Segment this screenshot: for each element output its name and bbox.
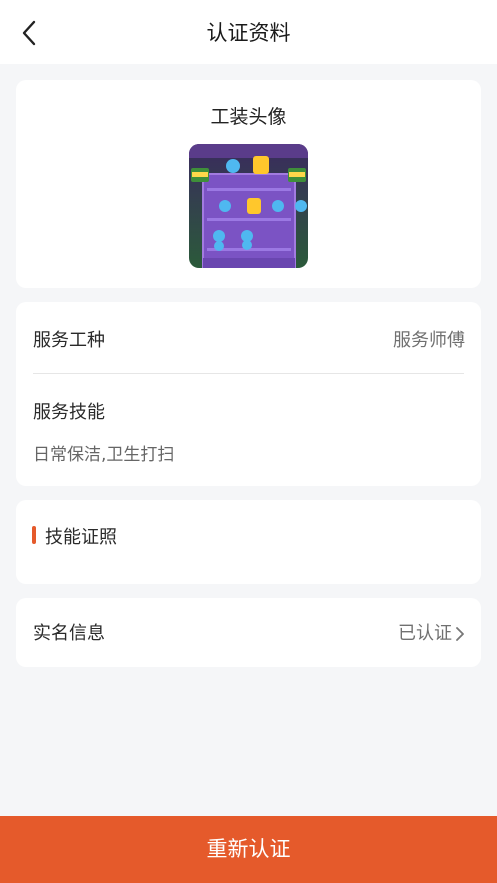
section-accent-bar	[32, 526, 36, 544]
skill-license-title: 技能证照	[45, 527, 117, 548]
service-type-value: 服务师傅	[393, 330, 465, 351]
nav-bar: 认证资料	[0, 0, 497, 64]
avatar-image	[189, 144, 308, 268]
chevron-right-icon	[456, 627, 464, 641]
avatar-card: 工装头像	[16, 80, 481, 288]
work-uniform-avatar[interactable]	[189, 144, 308, 268]
service-skills-value: 日常保洁,卫生打扫	[33, 445, 175, 465]
service-type-label: 服务工种	[33, 330, 105, 351]
realname-info-row[interactable]: 实名信息 已认证	[16, 598, 481, 667]
realname-status-text: 已认证	[398, 623, 452, 644]
skill-license-card: 技能证照	[16, 500, 481, 584]
service-skills-label: 服务技能	[33, 402, 105, 423]
divider	[33, 373, 464, 374]
avatar-section-title: 工装头像	[210, 106, 287, 128]
service-card: 服务工种 服务师傅 服务技能 日常保洁,卫生打扫	[16, 302, 481, 486]
realname-label: 实名信息	[33, 623, 105, 644]
realname-status: 已认证	[398, 619, 465, 645]
reverify-button[interactable]: 重新认证	[0, 816, 497, 883]
page-title: 认证资料	[206, 21, 291, 45]
